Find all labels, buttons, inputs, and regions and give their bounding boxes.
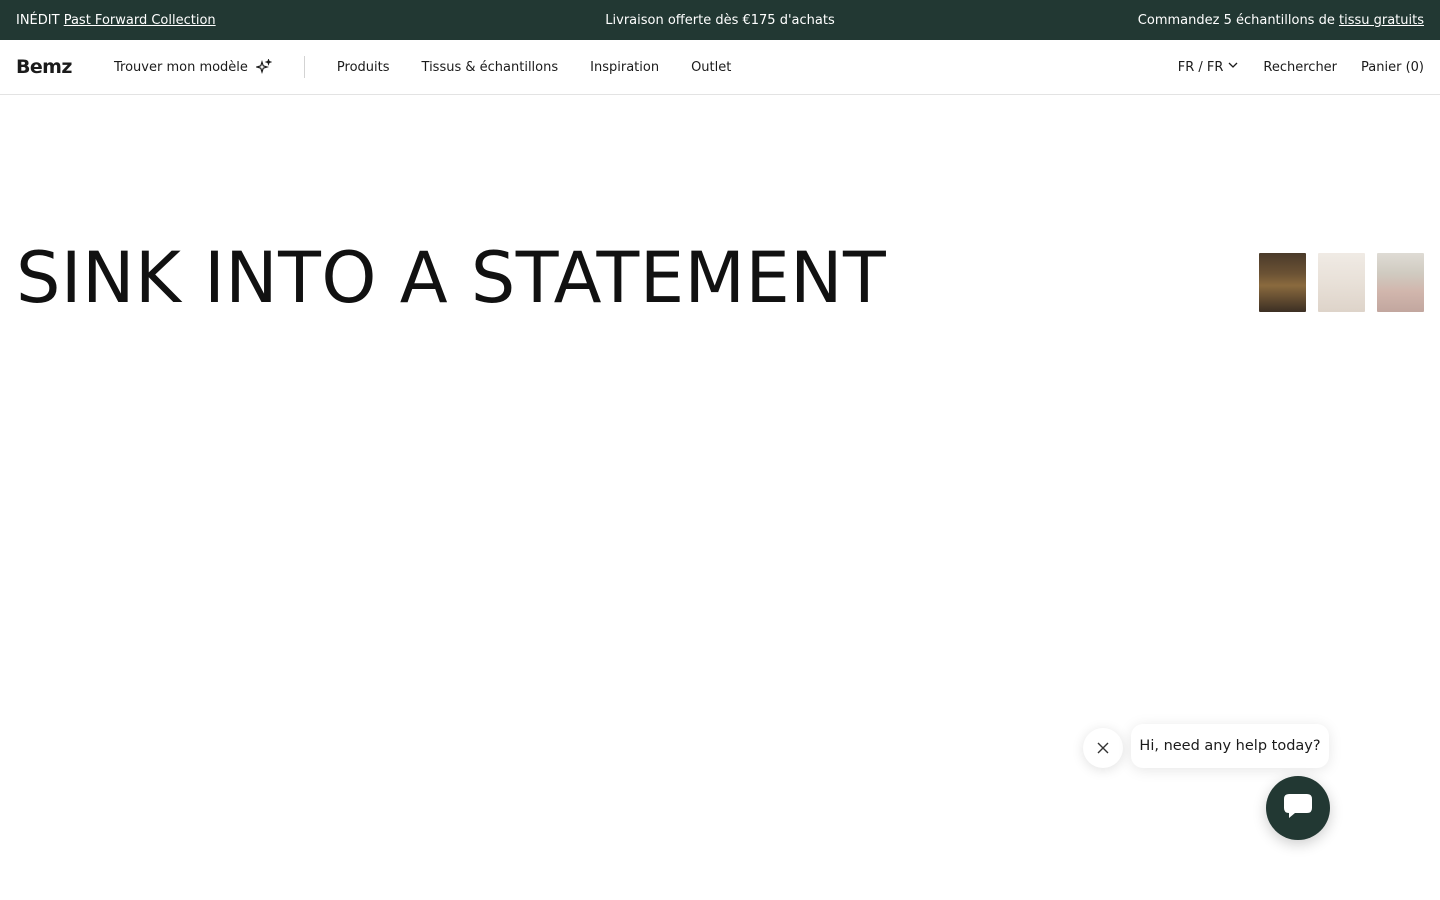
find-model-label: Trouver mon modèle [114,59,248,75]
chat-icon [1283,793,1313,823]
language-selector[interactable]: FR / FR [1178,59,1240,75]
chat-launcher-button[interactable] [1266,776,1330,840]
find-model-button[interactable]: Trouver mon modèle [114,59,272,75]
chat-message-text: Hi, need any help today? [1139,738,1321,754]
chat-close-button[interactable] [1083,728,1123,768]
free-samples-text: Commandez 5 échantillons de [1137,12,1335,28]
site-header: Bemz Trouver mon modèle Produits Tissus … [0,40,1440,95]
header-divider [303,56,305,78]
hero-title: SINK INTO A STATEMENT [16,237,887,319]
header-utilities: FR / FR Rechercher Panier (0) [1178,59,1424,75]
sparkle-icon [255,59,272,75]
chevron-down-icon [1227,59,1239,75]
free-delivery-text: Livraison offerte dès €175 d'achats [605,12,835,28]
hero-thumbnail[interactable] [1377,253,1424,312]
nav-item-inspiration[interactable]: Inspiration [590,60,659,75]
nav-item-outlet[interactable]: Outlet [691,60,731,75]
announcement-new-label: INÉDIT [16,12,60,28]
nav-item-products[interactable]: Produits [337,60,390,75]
main-nav: Produits Tissus & échantillons Inspirati… [337,60,731,75]
announcement-left: INÉDIT Past Forward Collection [16,13,216,28]
chat-message-bubble[interactable]: Hi, need any help today? [1131,724,1329,768]
hero-thumbnail[interactable] [1318,253,1365,312]
nav-item-fabrics-samples[interactable]: Tissus & échantillons [422,60,559,75]
announcement-bar: INÉDIT Past Forward Collection Livraison… [0,0,1440,40]
hero-thumbnails [1259,253,1424,312]
cart-link[interactable]: Panier (0) [1361,60,1424,75]
bemz-logo[interactable]: Bemz [16,56,114,78]
hero-thumbnail[interactable] [1259,253,1306,312]
close-icon [1097,739,1109,758]
free-samples-link[interactable]: tissu gratuits [1339,13,1424,28]
language-label: FR / FR [1177,59,1224,75]
announcement-right: Commandez 5 échantillons de tissu gratui… [1138,13,1424,28]
search-link[interactable]: Rechercher [1263,60,1337,75]
past-forward-collection-link[interactable]: Past Forward Collection [64,13,216,28]
